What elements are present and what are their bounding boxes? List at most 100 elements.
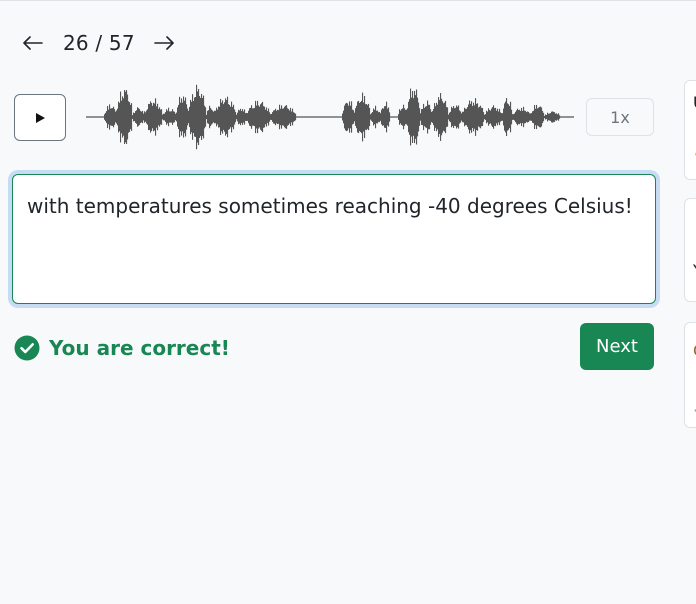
waveform-bar xyxy=(124,89,126,145)
next-button[interactable]: Next xyxy=(580,323,654,370)
waveform-bar xyxy=(269,112,271,122)
waveform-bar xyxy=(250,107,252,127)
waveform-bar xyxy=(421,109,423,125)
waveform-bar xyxy=(174,111,176,123)
waveform-bar xyxy=(362,92,364,142)
waveform-bar xyxy=(140,111,142,123)
waveform-bar xyxy=(107,105,109,129)
waveform-bar xyxy=(258,105,260,129)
waveform-bar xyxy=(249,108,251,126)
waveform-bar xyxy=(488,108,490,126)
waveform-bar xyxy=(131,103,133,131)
waveform-bar xyxy=(448,114,450,120)
waveform-bar xyxy=(459,110,461,124)
waveform-bar xyxy=(120,91,122,143)
waveform-bar xyxy=(112,108,114,126)
waveform-bar xyxy=(119,102,121,132)
waveform-bar xyxy=(246,112,248,122)
waveform-bar xyxy=(534,104,536,130)
side-card-2[interactable]: Y xyxy=(684,198,696,302)
waveform-bar xyxy=(288,109,290,125)
waveform-bar xyxy=(172,109,174,125)
waveform-bar xyxy=(364,95,366,139)
waveform-bar xyxy=(201,93,203,141)
waveform-bar xyxy=(180,102,182,132)
waveform-bar xyxy=(294,112,296,122)
waveform-bar xyxy=(558,113,560,121)
waveform-bar xyxy=(106,111,108,123)
waveform-bar xyxy=(517,108,519,126)
arrow-left-icon[interactable] xyxy=(22,32,44,54)
waveform-bar xyxy=(387,108,389,126)
waveform-bar xyxy=(470,103,472,131)
transcription-input[interactable]: with temperatures sometimes reaching -40… xyxy=(12,174,656,304)
waveform-bar xyxy=(420,113,422,121)
waveform-bar xyxy=(186,104,188,130)
waveform-bar xyxy=(104,114,106,120)
waveform-bar xyxy=(166,109,168,125)
waveform-bar xyxy=(438,97,440,137)
waveform-bar xyxy=(525,110,527,124)
waveform-bar xyxy=(242,109,244,125)
waveform-bar xyxy=(142,110,144,124)
waveform-bar xyxy=(531,113,533,121)
waveform-bar xyxy=(481,107,483,127)
waveform-bar xyxy=(526,112,528,122)
waveform-bar xyxy=(445,100,447,134)
waveform-bar xyxy=(193,101,195,133)
waveform-bar xyxy=(280,108,282,126)
side-card-3[interactable]: C · xyxy=(684,322,696,428)
waveform-bar xyxy=(346,102,348,132)
waveform-bar xyxy=(447,107,449,127)
waveform-bar xyxy=(275,108,277,126)
waveform-bar xyxy=(407,108,409,126)
waveform-bar xyxy=(347,103,349,131)
waveform-bar xyxy=(343,110,345,124)
waveform-bar xyxy=(237,112,239,122)
waveform-bar xyxy=(541,107,543,127)
waveform-bar xyxy=(400,110,402,124)
waveform-bar xyxy=(509,106,511,128)
waveform-bar xyxy=(212,110,214,124)
waveform-bar xyxy=(184,100,186,134)
arrow-right-icon[interactable] xyxy=(153,32,175,54)
waveform-bar xyxy=(369,107,371,127)
waveform-bar xyxy=(252,108,254,126)
waveform-bar xyxy=(452,108,454,126)
waveform-bar xyxy=(293,112,295,122)
waveform-bar xyxy=(264,106,266,128)
waveform-bar xyxy=(444,102,446,132)
waveform-bar xyxy=(353,110,355,124)
waveform-bar xyxy=(476,103,478,131)
waveform-bar xyxy=(234,109,236,125)
waveform-bar xyxy=(433,108,435,126)
waveform-bar xyxy=(426,106,428,128)
waveform-bar xyxy=(368,103,370,131)
waveform-bar xyxy=(373,108,375,126)
waveform-bar xyxy=(348,105,350,129)
waveform-bar xyxy=(555,113,557,121)
waveform-bar xyxy=(484,114,486,120)
waveform-bar xyxy=(277,109,279,125)
audio-waveform[interactable] xyxy=(84,78,578,156)
waveform-bar xyxy=(511,109,513,125)
waveform-bar xyxy=(514,113,516,121)
waveform-bar xyxy=(389,112,391,122)
waveform-bar xyxy=(290,107,292,127)
waveform-bar xyxy=(173,111,175,123)
waveform-bar xyxy=(239,110,241,124)
waveform-bar xyxy=(272,112,274,122)
waveform-bar xyxy=(279,104,281,130)
waveform-bar xyxy=(192,94,194,140)
waveform-bar xyxy=(515,111,517,123)
waveform-bar xyxy=(253,108,255,126)
playback-speed-button[interactable]: 1x xyxy=(586,98,654,136)
waveform-bar xyxy=(379,111,381,123)
waveform-bar xyxy=(116,110,118,124)
waveform-bar xyxy=(147,109,149,125)
waveform-bar xyxy=(559,115,561,119)
waveform-bar xyxy=(227,96,229,138)
play-button[interactable] xyxy=(14,94,66,141)
side-card-1[interactable]: U • xyxy=(684,80,696,180)
waveform-bar xyxy=(544,115,546,119)
